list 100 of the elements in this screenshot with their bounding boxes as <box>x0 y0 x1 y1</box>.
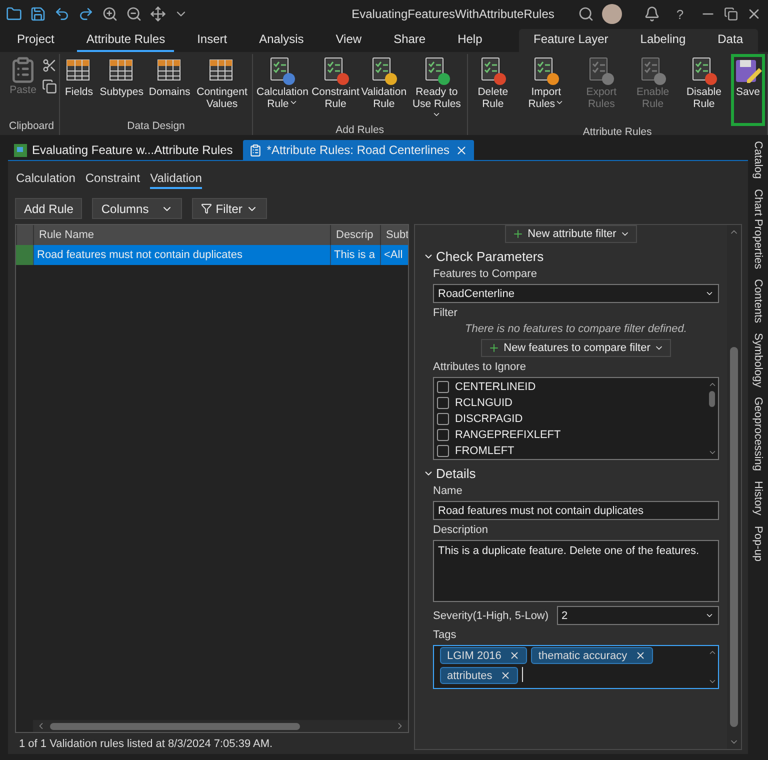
ribbon-button[interactable]: Domains <box>147 54 192 100</box>
filter-dropdown[interactable]: Filter <box>192 198 268 219</box>
search-icon[interactable] <box>578 6 594 22</box>
ribbon-tab[interactable]: Project <box>8 32 64 52</box>
chevron-up-icon[interactable] <box>708 648 716 657</box>
table-cell: This is a <box>330 245 380 265</box>
new-attribute-filter-button[interactable]: New attribute filter <box>504 225 638 243</box>
scissors-icon[interactable] <box>42 58 57 73</box>
checkbox[interactable] <box>437 428 449 440</box>
ribbon-button[interactable]: Save <box>731 54 765 126</box>
caret-icon <box>288 98 298 107</box>
ribbon-button[interactable]: Fields <box>62 54 96 100</box>
undo-icon[interactable] <box>54 6 70 22</box>
window-title: EvaluatingFeaturesWithAttributeRules <box>350 7 556 21</box>
group-label: Add Rules <box>334 124 386 138</box>
ribbon-tab[interactable]: View <box>326 32 371 52</box>
features-dropdown[interactable]: RoadCenterline <box>433 284 719 303</box>
attribute-name: RCLNGUID <box>455 396 512 408</box>
dock-tab[interactable]: Catalog <box>752 141 764 179</box>
ribbon-tab[interactable]: Data <box>708 32 752 52</box>
dock-tab[interactable]: Symbology <box>752 333 764 388</box>
close-icon[interactable] <box>454 144 468 156</box>
ribbon-tab[interactable]: Share <box>384 32 435 52</box>
field-label: Attributes to Ignore <box>433 361 527 373</box>
avatar[interactable] <box>602 4 622 24</box>
new-compare-filter-button[interactable]: New features to compare filter <box>480 339 672 357</box>
remove-icon[interactable] <box>509 650 520 661</box>
checkbox[interactable] <box>437 444 449 456</box>
field-label: Features to Compare <box>433 268 538 280</box>
table-cell: Road features must not contain duplicates <box>33 245 330 265</box>
checkbox[interactable] <box>437 380 449 392</box>
scrollbar-thumb[interactable] <box>50 722 300 730</box>
dock-tab[interactable]: Chart Properties <box>752 188 764 270</box>
ribbon-button[interactable]: Validation Rule <box>361 54 407 112</box>
ribbon-button[interactable]: Calculation Rule <box>255 54 310 112</box>
field-label: Description <box>433 524 490 536</box>
ribbon-button[interactable]: Subtypes <box>98 54 146 100</box>
ribbon-button[interactable]: Disable Rule <box>678 54 729 112</box>
horizontal-scrollbar[interactable] <box>33 720 408 732</box>
caret-icon <box>432 110 442 119</box>
document-tab[interactable]: *Attribute Rules: Road Centerlines <box>242 140 474 160</box>
chevron-down-icon[interactable] <box>708 448 716 457</box>
bell-icon[interactable] <box>644 6 660 22</box>
map-icon <box>14 144 27 156</box>
ribbon-button[interactable]: Ready to Use Rules <box>408 54 465 124</box>
field-label: Severity(1-High, 5-Low) <box>433 610 549 622</box>
columns-dropdown[interactable]: Columns <box>92 198 182 219</box>
move-icon[interactable] <box>150 6 166 22</box>
dock-tab[interactable]: Geoprocessing <box>752 397 764 472</box>
restore-icon[interactable] <box>724 7 738 21</box>
chevron-down-icon[interactable] <box>708 677 716 686</box>
ribbon-tab[interactable]: Feature Layer <box>524 32 618 52</box>
tag-chip[interactable]: LGIM 2016 <box>440 647 528 664</box>
ribbon-button[interactable]: Contingent Values <box>194 54 250 112</box>
section-header[interactable]: Details <box>423 466 719 481</box>
field-label: Filter <box>433 307 458 319</box>
ribbon-tab[interactable]: Analysis <box>250 32 313 52</box>
ribbon-tab[interactable]: Insert <box>188 32 236 52</box>
chevron-up-icon[interactable] <box>708 380 716 389</box>
copy-icon[interactable] <box>42 79 57 94</box>
filter-icon <box>200 203 212 214</box>
add-rule-button[interactable]: Add Rule <box>15 198 82 219</box>
vertical-scrollbar[interactable] <box>727 225 741 749</box>
attribute-name: FROMLEFT <box>455 444 514 456</box>
tab-label: *Attribute Rules: Road Centerlines <box>266 143 450 157</box>
ribbon-tab[interactable]: Labeling <box>631 32 695 52</box>
checkbox[interactable] <box>437 412 449 424</box>
section-header[interactable]: Check Parameters <box>423 249 719 264</box>
checkbox[interactable] <box>437 396 449 408</box>
rule-type-tab[interactable]: Constraint <box>85 171 140 189</box>
ribbon-button[interactable]: Constraint Rule <box>312 54 360 112</box>
dock-tab[interactable]: Pop-up <box>752 526 764 562</box>
field-label: Name <box>433 485 464 497</box>
remove-icon[interactable] <box>500 670 512 681</box>
dock-tab[interactable]: History <box>752 481 764 516</box>
rule-type-tab[interactable]: Calculation <box>16 171 76 189</box>
description-field[interactable]: This is a duplicate feature. Delete one of the features. <box>433 540 719 602</box>
scrollbar-thumb[interactable] <box>709 391 715 407</box>
field-label: Tags <box>433 629 458 641</box>
redo-icon[interactable] <box>78 6 94 22</box>
plus-icon <box>488 342 500 354</box>
zoom-out-icon[interactable] <box>126 6 142 22</box>
severity-dropdown[interactable]: 2 <box>556 606 719 625</box>
name-field[interactable]: Road features must not contain duplicates <box>433 501 719 520</box>
zoom-in-icon[interactable] <box>102 6 118 22</box>
tag-chip[interactable]: attributes <box>440 667 518 684</box>
folder-icon[interactable] <box>6 6 22 22</box>
save-icon[interactable] <box>30 6 46 22</box>
ribbon-tab[interactable]: Help <box>448 32 492 52</box>
table-cell: <All <box>380 245 408 265</box>
tag-chip[interactable]: thematic accuracy <box>531 647 654 664</box>
tags-field[interactable]: LGIM 2016 thematic accuracy attributes <box>433 645 719 689</box>
help-button[interactable]: ? <box>668 6 692 22</box>
dock-tab[interactable]: Contents <box>752 279 764 324</box>
ribbon-button[interactable]: Delete Rule <box>470 54 516 112</box>
rule-type-tab[interactable]: Validation <box>150 171 202 189</box>
caret-icon <box>705 611 714 620</box>
ribbon-button[interactable]: Import Rules <box>518 54 574 112</box>
scrollbar-thumb[interactable] <box>730 347 738 727</box>
remove-icon[interactable] <box>635 650 646 661</box>
